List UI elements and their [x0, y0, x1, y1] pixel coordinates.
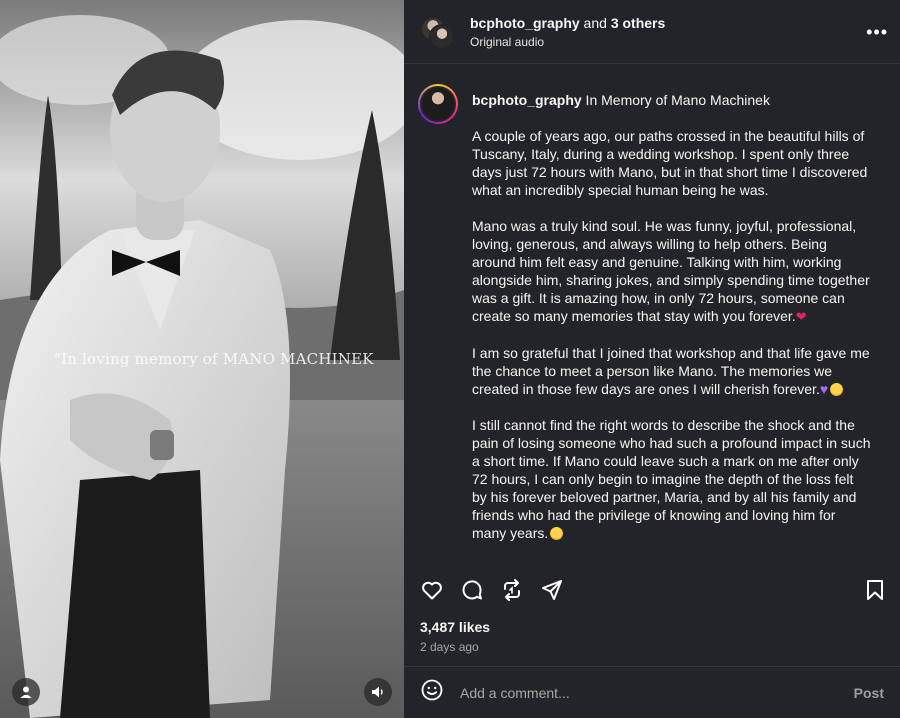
caption-body: bcphoto_graphy In Memory of Mano Machine… — [472, 84, 872, 564]
author-connector: and — [579, 14, 611, 31]
post-caption: bcphoto_graphy In Memory of Mano Machine… — [404, 64, 900, 564]
caption-paragraph: I am so grateful that I joined that work… — [472, 345, 870, 397]
smiley-icon — [421, 679, 443, 701]
comment-input[interactable]: Add a comment... — [460, 685, 854, 701]
audio-toggle-button[interactable] — [364, 678, 392, 706]
emoji-picker-button[interactable] — [420, 678, 444, 707]
repost-button[interactable] — [500, 578, 524, 602]
speaker-icon — [372, 686, 383, 698]
more-options-button[interactable]: ••• — [866, 22, 888, 43]
heart-icon — [422, 581, 442, 600]
like-button[interactable] — [420, 578, 444, 602]
caption-paragraph: I still cannot find the right words to d… — [472, 417, 871, 541]
author-avatar[interactable] — [418, 84, 458, 124]
bookmark-icon — [867, 580, 883, 600]
header-text: bcphoto_graphy and 3 others Original aud… — [470, 15, 665, 49]
author-username-link[interactable]: bcphoto_graphy — [470, 15, 580, 31]
caption-title: In Memory of Mano Machinek — [581, 92, 770, 108]
post-comment-button[interactable]: Post — [854, 685, 884, 701]
person-icon — [20, 686, 32, 698]
comment-button[interactable] — [460, 578, 484, 602]
collab-avatars[interactable] — [420, 14, 456, 50]
action-bar — [420, 576, 886, 604]
post-header: bcphoto_graphy and 3 others Original aud… — [404, 0, 900, 64]
others-link[interactable]: 3 others — [611, 15, 665, 31]
post-viewer: "In loving memory of MANO MACHINEK bcpho… — [0, 0, 900, 718]
media-overlay-text: "In loving memory of MANO MACHINEK — [54, 350, 374, 368]
caption-username-link[interactable]: bcphoto_graphy — [472, 92, 582, 108]
post-side-panel: bcphoto_graphy and 3 others Original aud… — [404, 0, 900, 718]
audio-link[interactable]: Original audio — [470, 35, 665, 49]
header-authors: bcphoto_graphy and 3 others — [470, 15, 665, 31]
broken-heart-icon: ❤ — [795, 309, 807, 324]
repost-icon — [504, 579, 520, 601]
post-timestamp[interactable]: 2 days ago — [420, 640, 479, 654]
share-button[interactable] — [540, 578, 564, 602]
save-button[interactable] — [864, 578, 886, 602]
crying-face-icon — [830, 383, 844, 396]
more-horizontal-icon: ••• — [866, 22, 888, 42]
caption-paragraph: A couple of years ago, our paths crossed… — [472, 128, 868, 198]
likes-count[interactable]: 3,487 likes — [420, 619, 490, 635]
caption-heading: bcphoto_graphy In Memory of Mano Machine… — [472, 91, 872, 109]
sad-face-icon — [550, 527, 564, 540]
send-icon — [542, 580, 562, 600]
post-media[interactable]: "In loving memory of MANO MACHINEK — [0, 0, 404, 718]
comment-bar: Add a comment... Post — [404, 666, 900, 718]
caption-paragraph: Mano was a truly kind soul. He was funny… — [472, 218, 870, 324]
purple-heart-icon: ♥ — [819, 381, 829, 397]
comment-icon — [462, 580, 482, 600]
avatar — [429, 23, 455, 50]
tagged-users-button[interactable] — [12, 678, 40, 706]
